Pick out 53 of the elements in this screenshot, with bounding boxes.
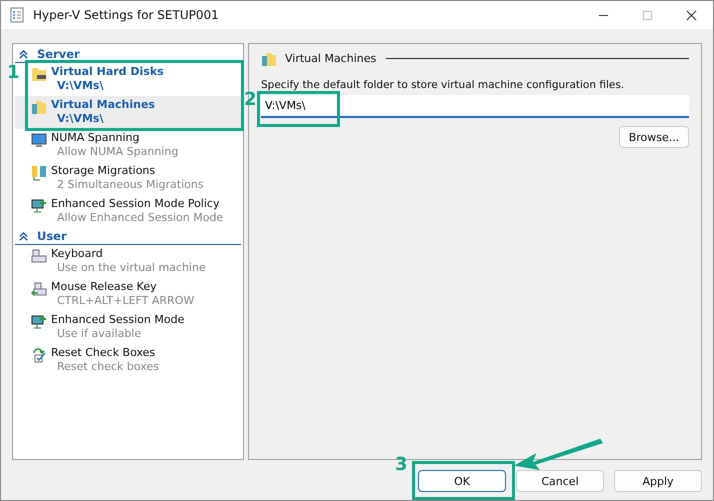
- close-icon[interactable]: [686, 10, 697, 20]
- storage-icon: [31, 165, 47, 181]
- tree-item[interactable]: Keyboard Use on the virtual machine: [15, 245, 241, 278]
- keyboard-arrow-icon: [31, 281, 47, 297]
- item-name: Virtual Machines: [51, 98, 155, 112]
- network-icon: [31, 314, 47, 330]
- tree-item[interactable]: NUMA Spanning Allow NUMA Spanning: [15, 129, 241, 162]
- item-name: Mouse Release Key: [51, 280, 158, 294]
- dialog-button[interactable]: Apply: [614, 470, 702, 492]
- collapse-icon[interactable]: [19, 50, 28, 58]
- item-name: Enhanced Session Mode: [51, 313, 184, 327]
- item-value: V:\VMs\: [57, 79, 104, 93]
- dialog-button[interactable]: OK: [418, 470, 506, 492]
- tree-item[interactable]: Reset Check Boxes Reset check boxes: [15, 344, 241, 377]
- section-header: User: [37, 229, 67, 243]
- vm-folder-icon: [31, 99, 47, 115]
- network-icon: [31, 198, 47, 214]
- tree-item[interactable]: Storage Migrations 2 Simultaneous Migrations: [15, 162, 241, 195]
- settings-icon: [9, 7, 25, 23]
- section-header: Server: [37, 47, 80, 61]
- step-number: 3: [395, 455, 408, 475]
- reset-check-icon: [31, 347, 47, 363]
- item-value: Allow NUMA Spanning: [57, 145, 178, 159]
- step-number: 1: [7, 63, 20, 83]
- collapse-icon[interactable]: [19, 232, 28, 240]
- item-name: Enhanced Session Mode Policy: [51, 197, 220, 211]
- item-name: Virtual Hard Disks: [51, 65, 164, 79]
- item-value: Use if available: [57, 327, 142, 341]
- item-name: Storage Migrations: [51, 164, 156, 178]
- item-value: CTRL+ALT+LEFT ARROW: [57, 294, 194, 308]
- dialog-button[interactable]: Cancel: [516, 470, 604, 492]
- vm-folder-icon: [261, 51, 277, 67]
- item-value: Reset check boxes: [57, 360, 159, 374]
- description-text: Specify the default folder to store virtual machine configuration files.: [261, 79, 626, 91]
- item-value: 2 Simultaneous Migrations: [57, 178, 204, 192]
- tree-item[interactable]: Mouse Release Key CTRL+ALT+LEFT ARROW: [15, 278, 241, 311]
- window-title: Hyper-V Settings for SETUP001: [33, 8, 219, 22]
- tree-item[interactable]: Enhanced Session Mode Policy Allow Enhanced Session Mode: [15, 195, 241, 228]
- tree-item[interactable]: Enhanced Session Mode Use if available: [15, 311, 241, 344]
- browse-button[interactable]: Browse...: [619, 126, 689, 148]
- item-value: V:\VMs\: [57, 112, 104, 126]
- item-name: Reset Check Boxes: [51, 346, 156, 360]
- item-name: Keyboard: [51, 247, 104, 261]
- step-number: 2: [244, 90, 257, 110]
- keyboard-icon: [31, 248, 47, 264]
- tree-item[interactable]: Virtual Machines V:\VMs\: [15, 96, 241, 129]
- item-value: Use on the virtual machine: [57, 261, 206, 275]
- monitor-icon: [31, 132, 47, 148]
- panel-heading: Virtual Machines: [285, 52, 376, 65]
- folder-field[interactable]: V:\VMs\: [261, 95, 689, 118]
- item-name: NUMA Spanning: [51, 131, 140, 145]
- item-value: Allow Enhanced Session Mode: [57, 211, 224, 225]
- drive-folder-icon: [31, 66, 47, 82]
